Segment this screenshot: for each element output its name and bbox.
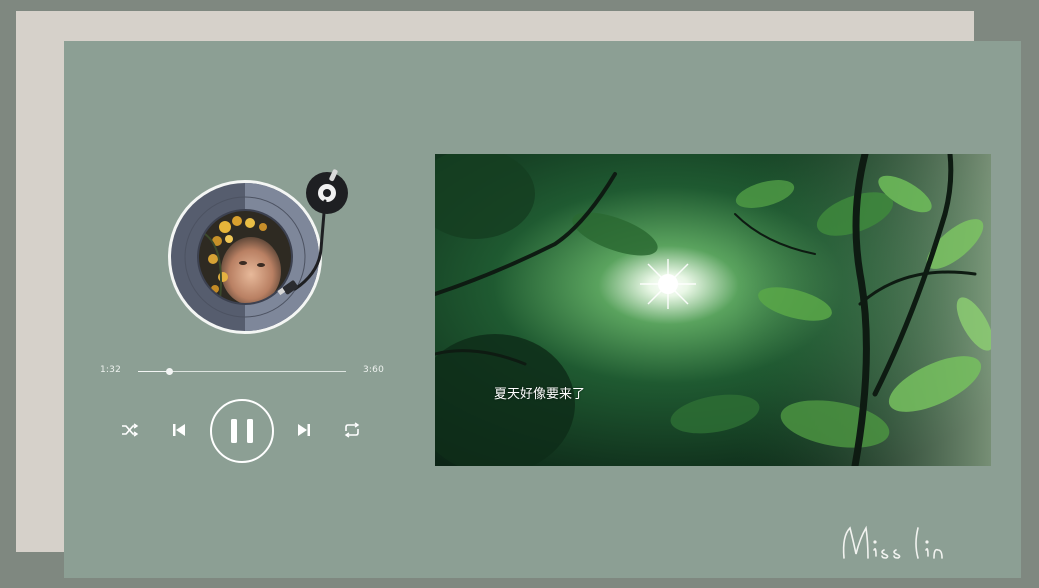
skip-next-icon[interactable] <box>296 422 312 438</box>
progress-row: 1:32 3:60 <box>96 362 388 382</box>
skip-previous-icon[interactable] <box>171 422 187 438</box>
repeat-icon[interactable] <box>343 422 361 438</box>
progress-thumb[interactable] <box>166 368 174 375</box>
pause-button[interactable] <box>209 398 275 464</box>
shuffle-icon[interactable] <box>121 423 139 437</box>
vinyl-record <box>168 169 348 334</box>
pause-icon <box>210 399 274 463</box>
current-time: 1:32 <box>100 365 122 375</box>
playback-controls <box>96 398 388 464</box>
forest-canopy-image <box>435 154 991 466</box>
video-frame[interactable]: 夏天好像要来了 <box>435 154 991 466</box>
progress-track[interactable] <box>138 368 346 375</box>
signature <box>842 525 943 559</box>
total-time: 3:60 <box>362 365 384 375</box>
progress-played <box>138 371 170 372</box>
video-subtitle: 夏天好像要来了 <box>494 387 586 402</box>
turntable <box>165 165 385 350</box>
